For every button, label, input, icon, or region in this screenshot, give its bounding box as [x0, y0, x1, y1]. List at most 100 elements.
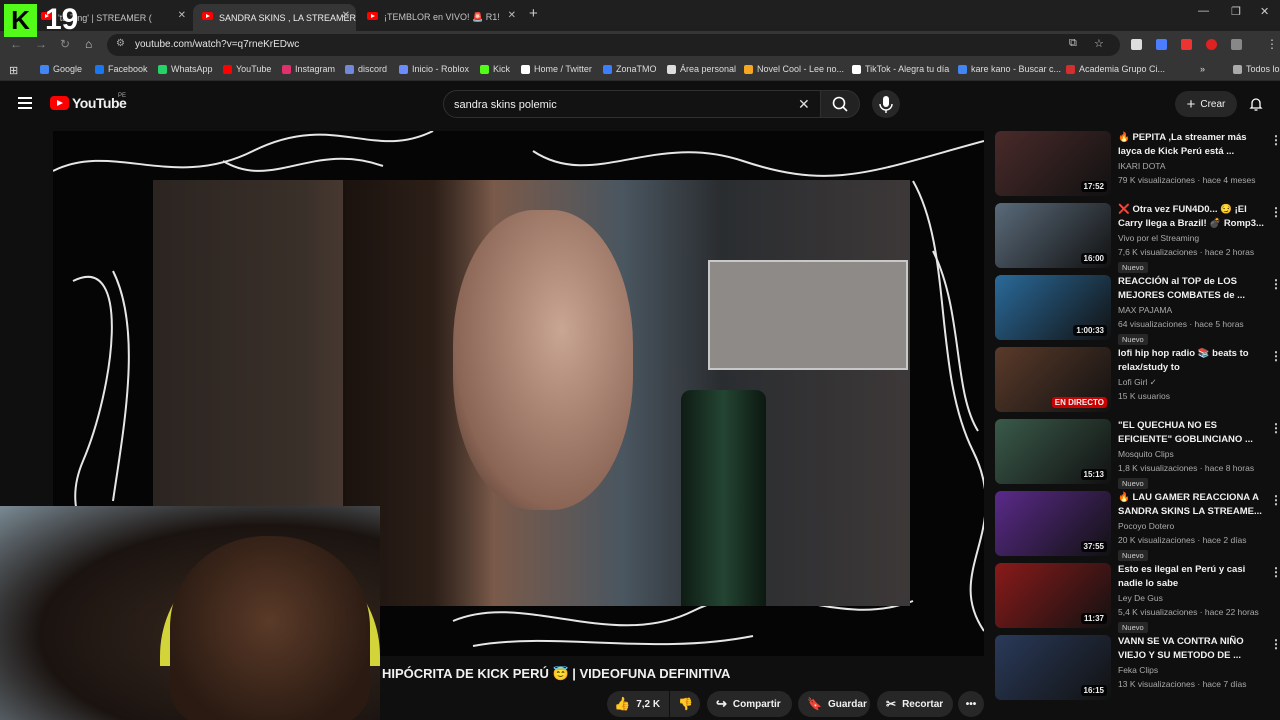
extension-icon[interactable]	[1181, 39, 1192, 50]
video-thumbnail[interactable]: 15:13	[995, 419, 1111, 484]
more-options-icon[interactable]: ⋮	[1270, 421, 1280, 435]
clip-button[interactable]: ✂ Recortar	[877, 691, 953, 717]
bookmark-novelcool[interactable]: Novel Cool - Lee no...	[744, 64, 844, 74]
bookmark-kick[interactable]: Kick	[480, 64, 510, 74]
extension-icon[interactable]	[1156, 39, 1167, 50]
channel-name[interactable]: Lofi Girl ✓	[1118, 377, 1157, 388]
save-button[interactable]: 🔖 Guardar	[798, 691, 870, 717]
create-button[interactable]: + Crear	[1175, 91, 1237, 117]
tab-2-active[interactable]: SANDRA SKINS , LA STREAMER ✕	[193, 4, 356, 31]
related-video-card[interactable]: 16:15 VANN SE VA CONTRA NIÑO VIEJO Y SU M…	[995, 635, 1280, 707]
more-options-icon[interactable]: ⋮	[1270, 565, 1280, 579]
bookmark-google-search[interactable]: kare kano - Buscar c...	[958, 64, 1061, 74]
menu-hamburger-icon[interactable]	[18, 97, 32, 109]
new-tab-plus-icon[interactable]: +	[529, 5, 538, 22]
close-tab-icon[interactable]: ✕	[178, 10, 186, 21]
duration-badge: 11:37	[1080, 613, 1107, 624]
puzzle-icon[interactable]	[1231, 39, 1242, 50]
bookmark-roblox[interactable]: Inicio - Roblox	[399, 64, 469, 74]
reload-icon[interactable]: ↻	[60, 37, 70, 51]
more-options-icon[interactable]: ⋮	[1270, 637, 1280, 651]
related-video-card[interactable]: 37:55 🔥 LAU GAMER REACCIONA A SANDRA SKIN…	[995, 491, 1280, 563]
more-options-icon[interactable]: ⋮	[1270, 493, 1280, 507]
video-thumbnail[interactable]: 16:15	[995, 635, 1111, 700]
bookmark-star-icon[interactable]: ☆	[1094, 37, 1104, 50]
install-app-icon[interactable]: ⧉	[1069, 37, 1077, 50]
related-video-title[interactable]: Esto es ilegal en Perú y casi nadie lo s…	[1118, 563, 1268, 591]
video-thumbnail[interactable]: 37:55	[995, 491, 1111, 556]
more-options-icon[interactable]: ⋮	[1270, 133, 1280, 147]
video-thumbnail[interactable]: 11:37	[995, 563, 1111, 628]
bookmark-youtube[interactable]: YouTube	[223, 64, 271, 74]
search-input[interactable]: sandra skins polemic ✕	[443, 90, 822, 118]
related-video-card[interactable]: 17:52 🔥 PEPITA ,La streamer más layca de …	[995, 131, 1280, 203]
youtube-play-icon	[50, 96, 69, 110]
related-video-title[interactable]: 🔥 LAU GAMER REACCIONA A SANDRA SKINS LA …	[1118, 491, 1268, 519]
bell-icon	[1249, 98, 1263, 111]
close-tab-icon[interactable]: ✕	[508, 10, 516, 21]
related-video-title[interactable]: 🔥 PEPITA ,La streamer más layca de Kick …	[1118, 131, 1268, 159]
share-button[interactable]: ↪ Compartir	[707, 691, 792, 717]
apps-grid-icon[interactable]: ⊞	[9, 64, 18, 77]
channel-name[interactable]: Feka Clips	[1118, 665, 1158, 675]
related-video-title[interactable]: REACCIÓN al TOP de LOS MEJORES COMBATES …	[1118, 275, 1268, 303]
related-video-card[interactable]: 11:37 Esto es ilegal en Perú y casi nadie…	[995, 563, 1280, 635]
window-close-icon[interactable]: ✕	[1260, 5, 1269, 18]
more-options-icon[interactable]: ⋮	[1270, 349, 1280, 363]
minimize-icon[interactable]: —	[1198, 5, 1209, 17]
more-options-icon[interactable]: ⋮	[1270, 277, 1280, 291]
clear-search-icon[interactable]: ✕	[798, 96, 810, 113]
video-thumbnail[interactable]: 16:00	[995, 203, 1111, 268]
bookmark-twitter[interactable]: Home / Twitter	[521, 64, 592, 74]
bookmark-academia[interactable]: Academia Grupo Ci...	[1066, 64, 1165, 74]
related-video-card[interactable]: EN DIRECTO lofi hip hop radio 📚 beats to …	[995, 347, 1280, 419]
address-bar[interactable]: ⚙ youtube.com/watch?v=q7rneKrEDwc ⧉ ☆	[107, 34, 1120, 56]
voice-search-button[interactable]	[872, 90, 900, 118]
google-icon	[958, 64, 967, 74]
video-thumbnail[interactable]: 1:00:33	[995, 275, 1111, 340]
like-button[interactable]: 👍 7,2 K	[607, 691, 669, 717]
bookmark-whatsapp[interactable]: WhatsApp	[158, 64, 213, 74]
back-arrow-icon[interactable]: ←	[10, 37, 22, 51]
related-video-card[interactable]: 15:13 "EL QUECHUA NO ES EFICIENTE" GOBLIN…	[995, 419, 1280, 491]
related-video-title[interactable]: VANN SE VA CONTRA NIÑO VIEJO Y SU METODO…	[1118, 635, 1268, 663]
video-thumbnail[interactable]: 17:52	[995, 131, 1111, 196]
extension-icon[interactable]	[1206, 39, 1217, 50]
search-button[interactable]	[820, 90, 860, 118]
related-video-card[interactable]: 1:00:33 REACCIÓN al TOP de LOS MEJORES CO…	[995, 275, 1280, 347]
maximize-icon[interactable]: ❐	[1231, 5, 1241, 18]
bookmark-discord[interactable]: discord	[345, 64, 387, 74]
related-video-title[interactable]: ❌ Otra vez FUN4D0... 😏 ¡El Carry llega a…	[1118, 203, 1268, 231]
channel-name[interactable]: IKARI DOTA	[1118, 161, 1166, 171]
site-info-icon[interactable]: ⚙	[116, 38, 125, 49]
more-bookmarks-icon[interactable]: »	[1200, 64, 1205, 74]
bookmark-facebook[interactable]: Facebook	[95, 64, 148, 74]
dislike-button[interactable]: 👎	[670, 691, 700, 717]
more-options-icon[interactable]: ⋮	[1270, 205, 1280, 219]
close-tab-icon[interactable]: ✕	[342, 10, 350, 21]
bookmark-tiktok[interactable]: TikTok - Alegra tu día	[852, 64, 949, 74]
more-actions-button[interactable]: •••	[958, 691, 984, 717]
bookmark-area-personal[interactable]: Área personal	[667, 64, 736, 74]
extension-icon[interactable]	[1131, 39, 1142, 50]
menu-dots-icon[interactable]: ⋮	[1266, 37, 1278, 51]
tab-3[interactable]: ¡TEMBLOR en VIVO! 🚨 R1! ✕	[358, 4, 522, 31]
related-video-title[interactable]: lofi hip hop radio 📚 beats to relax/stud…	[1118, 347, 1268, 375]
bookmark-zonatmo[interactable]: ZonaTMO	[603, 64, 657, 74]
channel-name[interactable]: MAX PAJAMA	[1118, 305, 1172, 315]
channel-name[interactable]: Vivo por el Streaming	[1118, 233, 1199, 243]
forward-arrow-icon[interactable]: →	[35, 37, 47, 51]
video-thumbnail[interactable]: EN DIRECTO	[995, 347, 1111, 412]
bookmark-instagram[interactable]: Instagram	[282, 64, 335, 74]
channel-name[interactable]: Mosquito Clips	[1118, 449, 1174, 459]
channel-name[interactable]: Ley De Gus	[1118, 593, 1163, 603]
home-icon[interactable]: ⌂	[85, 37, 92, 51]
notifications-button[interactable]	[1248, 96, 1264, 117]
youtube-logo[interactable]: YouTube PE	[50, 93, 127, 111]
other-bookmarks[interactable]: Todos los	[1233, 64, 1280, 74]
youtube-header: YouTube PE sandra skins polemic ✕ + Crear	[0, 82, 1280, 126]
bookmark-google[interactable]: Google	[40, 64, 82, 74]
related-video-title[interactable]: "EL QUECHUA NO ES EFICIENTE" GOBLINCIANO…	[1118, 419, 1268, 447]
related-video-card[interactable]: 16:00 ❌ Otra vez FUN4D0... 😏 ¡El Carry ll…	[995, 203, 1280, 275]
channel-name[interactable]: Pocoyo Dotero	[1118, 521, 1174, 531]
